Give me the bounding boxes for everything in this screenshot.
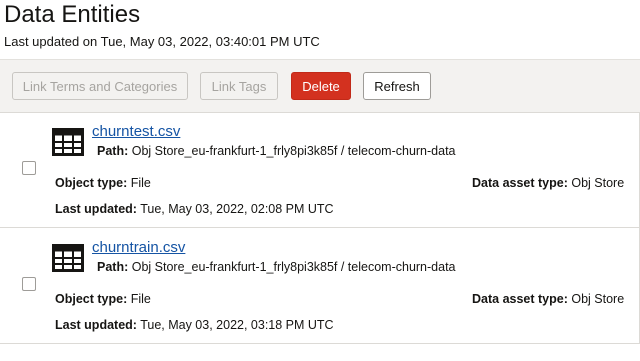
list-item: churntrain.csv Path: Obj Store_eu-frankf… bbox=[0, 228, 640, 344]
entity-path: Path: Obj Store_eu-frankfurt-1_frly8pi3k… bbox=[97, 144, 456, 158]
table-icon bbox=[52, 128, 84, 156]
last-updated-label: Last updated: bbox=[55, 202, 137, 216]
object-type-value: File bbox=[130, 176, 151, 190]
path-value: Obj Store_eu-frankfurt-1_frly8pi3k85f / … bbox=[131, 260, 456, 274]
last-updated-text: Last updated on Tue, May 03, 2022, 03:40… bbox=[4, 34, 320, 49]
link-terms-button[interactable]: Link Terms and Categories bbox=[12, 72, 188, 100]
data-asset-type-label: Data asset type: bbox=[472, 292, 568, 306]
object-type-label: Object type: bbox=[55, 176, 128, 190]
refresh-button[interactable]: Refresh bbox=[363, 72, 431, 100]
last-updated-value: Tue, May 03, 2022, 03:18 PM UTC bbox=[140, 318, 334, 332]
entity-path: Path: Obj Store_eu-frankfurt-1_frly8pi3k… bbox=[97, 260, 456, 274]
path-label: Path: bbox=[97, 144, 129, 158]
entity-last-updated: Last updated: Tue, May 03, 2022, 02:08 P… bbox=[55, 202, 334, 216]
last-updated-label: Last updated: bbox=[55, 318, 137, 332]
row-checkbox[interactable] bbox=[22, 277, 36, 291]
object-type: Object type: File bbox=[55, 292, 151, 306]
last-updated-value: Tue, May 03, 2022, 02:08 PM UTC bbox=[140, 202, 334, 216]
data-asset-type: Data asset type: Obj Store bbox=[472, 292, 624, 306]
delete-button[interactable]: Delete bbox=[291, 72, 351, 100]
path-value: Obj Store_eu-frankfurt-1_frly8pi3k85f / … bbox=[131, 144, 456, 158]
path-label: Path: bbox=[97, 260, 129, 274]
data-asset-type-label: Data asset type: bbox=[472, 176, 568, 190]
object-type-label: Object type: bbox=[55, 292, 128, 306]
data-asset-type-value: Obj Store bbox=[571, 292, 625, 306]
entity-last-updated: Last updated: Tue, May 03, 2022, 03:18 P… bbox=[55, 318, 334, 332]
list-item: churntest.csv Path: Obj Store_eu-frankfu… bbox=[0, 112, 640, 228]
page-title: Data Entities bbox=[4, 1, 141, 28]
entity-name-link[interactable]: churntrain.csv bbox=[92, 239, 185, 256]
toolbar: Link Terms and Categories Link Tags Dele… bbox=[0, 59, 640, 113]
data-asset-type-value: Obj Store bbox=[571, 176, 625, 190]
entity-name-link[interactable]: churntest.csv bbox=[92, 123, 180, 140]
object-type-value: File bbox=[130, 292, 151, 306]
link-tags-button[interactable]: Link Tags bbox=[200, 72, 278, 100]
row-checkbox[interactable] bbox=[22, 161, 36, 175]
data-asset-type: Data asset type: Obj Store bbox=[472, 176, 624, 190]
object-type: Object type: File bbox=[55, 176, 151, 190]
table-icon bbox=[52, 244, 84, 272]
